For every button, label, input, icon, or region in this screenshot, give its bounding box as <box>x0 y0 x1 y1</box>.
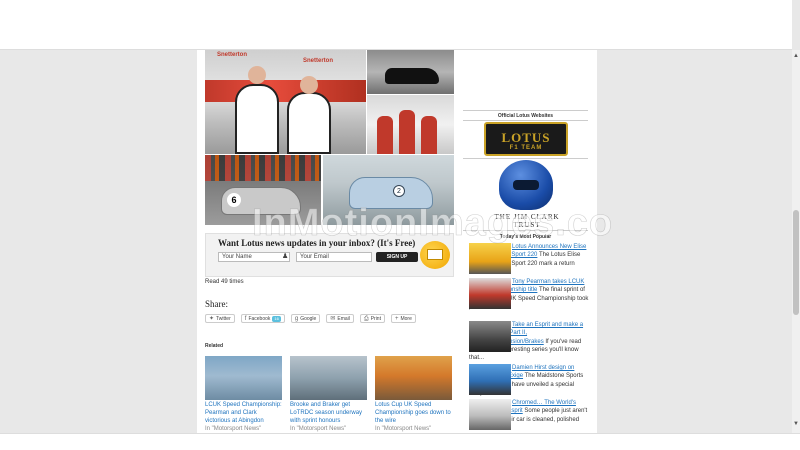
share-label: Twitter <box>216 315 231 322</box>
email-input[interactable]: Your Email <box>296 252 372 262</box>
share-count: 16 <box>272 315 281 322</box>
banner-text: Snetterton <box>303 58 333 64</box>
share-buttons: ✦ Twitter f Facebook 16 g Google ✉ Email ⎙ Pri… <box>205 314 416 323</box>
crowd <box>205 155 321 181</box>
email-share-button[interactable]: ✉ Email <box>326 314 354 323</box>
driver-head <box>300 76 318 94</box>
mail-icon <box>420 241 450 269</box>
browser-top-bar <box>0 0 792 50</box>
team-member <box>399 110 415 154</box>
divider <box>463 110 588 111</box>
scroll-down-icon[interactable]: ▼ <box>792 420 800 428</box>
related-thumbnail[interactable] <box>290 356 367 400</box>
lotus-logo-sub: F1 TEAM <box>509 145 543 151</box>
scrollbar-thumb[interactable] <box>793 210 799 315</box>
related-item[interactable]: LCUK Speed Championship: Pearman and Cla… <box>205 356 282 433</box>
name-input[interactable]: Your Name <box>218 252 290 262</box>
email-icon: ✉ <box>330 315 336 322</box>
share-label: Print <box>370 315 381 322</box>
share-label: More <box>400 315 412 322</box>
google-share-button[interactable]: g Google <box>290 314 321 323</box>
car-number: 6 <box>227 193 241 207</box>
related-title: Related <box>205 343 224 349</box>
popular-thumbnail[interactable] <box>469 364 511 395</box>
team-member <box>377 116 393 154</box>
share-label: Google <box>300 315 317 322</box>
related-link[interactable]: LCUK Speed Championship: Pearman and Cla… <box>205 401 282 425</box>
browser-bottom-bar <box>0 433 800 450</box>
print-share-button[interactable]: ⎙ Print <box>359 314 385 323</box>
lotus-f1-logo[interactable]: LOTUS F1 TEAM <box>484 122 568 156</box>
related-link[interactable]: Lotus Cup UK Speed Championship goes dow… <box>375 401 452 425</box>
twitter-icon: ✦ <box>209 315 215 322</box>
car-number: 2 <box>393 185 405 197</box>
print-icon: ⎙ <box>363 315 369 322</box>
signup-button[interactable]: SIGN UP <box>376 252 418 262</box>
share-label: Facebook <box>248 315 271 322</box>
driver-figure <box>287 92 331 154</box>
popular-thumbnail[interactable] <box>469 243 511 274</box>
official-sites-title: Official Lotus Websites <box>497 113 554 119</box>
lotus-logo-text: LOTUS <box>501 130 551 145</box>
team-member <box>421 116 437 154</box>
share-title: Share: <box>205 299 228 309</box>
sponsor-banner <box>205 80 366 102</box>
popular-item: Tony Pearman takes LCUK Speed Championsh… <box>469 278 589 311</box>
popular-item: Chromed… The World's shiniest Lotus Espr… <box>469 399 589 430</box>
facebook-icon: f <box>244 315 247 322</box>
google-plus-icon: g <box>294 315 299 322</box>
popular-item: Take an Esprit and make a few changes – … <box>469 321 589 362</box>
twitter-share-button[interactable]: ✦ Twitter <box>205 314 235 323</box>
facebook-share-button[interactable]: f Facebook 16 <box>240 314 285 323</box>
popular-thumbnail[interactable] <box>469 399 511 430</box>
podium-photo[interactable]: Snetterton Snetterton <box>205 50 366 154</box>
popular-item: Damien Hirst design on Lotus Cup UK Exig… <box>469 364 589 397</box>
envelope-shape <box>427 249 443 260</box>
popular-thumbnail[interactable] <box>469 278 511 309</box>
related-category: In "Motorsport News" <box>375 426 432 432</box>
divider <box>463 158 588 159</box>
related-category: In "Motorsport News" <box>205 426 262 432</box>
team-photo[interactable] <box>367 95 454 154</box>
related-category: In "Motorsport News" <box>290 426 347 432</box>
banner-text: Snetterton <box>217 52 247 58</box>
user-icon: ♟ <box>282 253 289 260</box>
divider <box>463 120 588 121</box>
black-car-photo[interactable] <box>367 50 454 94</box>
popular-thumbnail[interactable] <box>469 321 511 352</box>
share-label: Email <box>337 315 350 322</box>
more-icon: + <box>394 315 399 322</box>
related-thumbnail[interactable] <box>205 356 282 400</box>
scroll-up-icon[interactable]: ▲ <box>792 52 800 60</box>
car-shape <box>385 68 439 84</box>
related-link[interactable]: Brooke and Braker get LoTRDC season unde… <box>290 401 367 425</box>
more-share-button[interactable]: + More <box>390 314 416 323</box>
read-count: Read 49 times <box>205 279 244 285</box>
driver-figure <box>235 84 279 154</box>
driver-head <box>248 66 266 84</box>
popular-item: Lotus Announces New Elise Sport and Elis… <box>469 243 589 276</box>
related-item[interactable]: Lotus Cup UK Speed Championship goes dow… <box>375 356 452 433</box>
helmet-visor <box>513 180 539 190</box>
related-thumbnail[interactable] <box>375 356 452 400</box>
watermark: InMotionImages.co <box>252 202 614 245</box>
related-item[interactable]: Brooke and Braker get LoTRDC season unde… <box>290 356 367 433</box>
